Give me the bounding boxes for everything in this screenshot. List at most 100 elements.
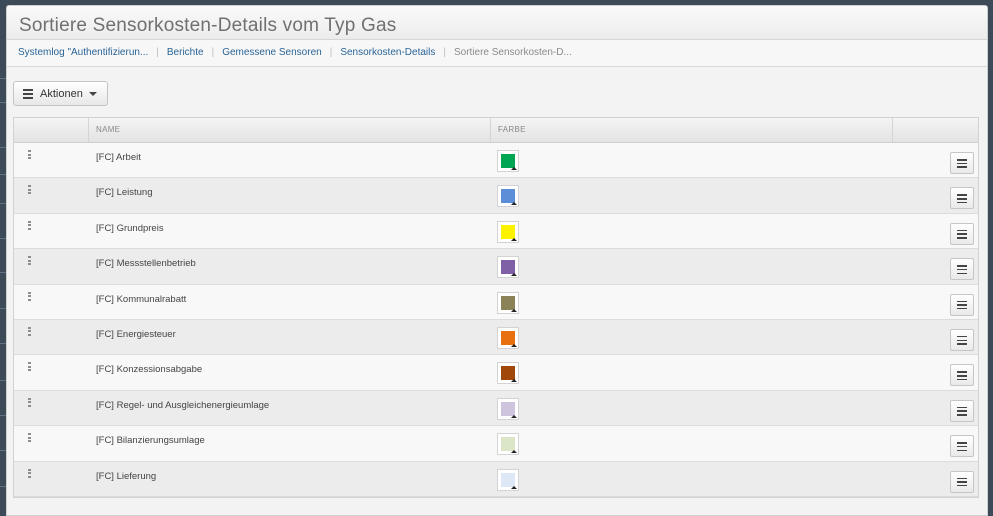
row-menu-button[interactable]	[950, 470, 974, 493]
color-swatch[interactable]	[497, 362, 519, 385]
row-menu-button[interactable]	[950, 152, 974, 174]
color-swatch-fill	[501, 366, 515, 381]
color-swatch[interactable]	[497, 468, 519, 491]
color-swatch[interactable]	[497, 291, 519, 314]
color-picker-arrow-icon	[511, 379, 517, 383]
row-menu-button[interactable]	[950, 293, 974, 316]
row-menu-icon	[957, 265, 973, 275]
breadcrumb-item-gemessene-sensoren[interactable]: Gemessene Sensoren	[222, 47, 322, 58]
table-row[interactable]: [FC] Konzessionsabgabe	[14, 355, 978, 391]
table-row[interactable]: [FC] Regel- und Ausgleichenergieumlage	[14, 390, 978, 427]
row-menu-button[interactable]	[950, 328, 974, 351]
color-swatch-fill	[501, 295, 515, 310]
color-swatch[interactable]	[497, 220, 519, 243]
hamburger-icon	[23, 87, 33, 101]
drag-handle-icon[interactable]	[28, 256, 31, 267]
table-row[interactable]: [FC] Kommunalrabatt	[14, 284, 978, 320]
column-header-color[interactable]: FARBE	[491, 118, 893, 142]
table-row[interactable]: [FC] Grundpreis	[14, 213, 978, 250]
breadcrumb-separator: |	[156, 47, 159, 58]
drag-handle-icon[interactable]	[28, 468, 31, 480]
color-picker-arrow-icon	[511, 414, 517, 418]
color-swatch-fill	[501, 401, 515, 416]
row-name: [FC] Kommunalrabatt	[96, 293, 187, 305]
color-picker-arrow-icon	[511, 237, 517, 241]
breadcrumb-separator: |	[443, 47, 446, 58]
color-swatch[interactable]	[497, 185, 519, 208]
color-swatch-fill	[501, 437, 515, 452]
column-header-actions	[893, 118, 978, 142]
color-swatch-fill	[501, 260, 515, 275]
drag-handle-icon[interactable]	[28, 220, 31, 232]
actions-button[interactable]: Aktionen	[13, 81, 108, 106]
color-picker-arrow-icon	[511, 308, 517, 312]
column-header-name[interactable]: NAME	[89, 118, 491, 142]
drag-handle-icon[interactable]	[28, 326, 31, 338]
drag-handle-icon[interactable]	[28, 150, 31, 161]
row-name: [FC] Grundpreis	[96, 222, 164, 234]
column-header-handle	[14, 118, 89, 142]
color-picker-arrow-icon	[511, 450, 517, 454]
row-menu-button[interactable]	[950, 187, 974, 210]
row-name: [FC] Lieferung	[96, 470, 157, 482]
breadcrumb-separator: |	[329, 47, 333, 58]
drag-handle-icon[interactable]	[28, 433, 31, 444]
color-swatch[interactable]	[497, 256, 519, 279]
row-menu-icon	[957, 406, 973, 416]
color-picker-arrow-icon	[511, 273, 517, 277]
color-swatch-fill	[501, 472, 515, 487]
caret-down-icon	[88, 91, 97, 96]
color-swatch-fill	[501, 224, 515, 239]
color-swatch-fill	[501, 154, 515, 168]
row-name: [FC] Konzessionsabgabe	[96, 364, 203, 376]
page-title: Sortiere Sensorkosten-Details vom Typ Ga…	[19, 15, 397, 36]
main-panel: Sortiere Sensorkosten-Details vom Typ Ga…	[6, 5, 988, 516]
color-picker-arrow-icon	[511, 343, 517, 347]
color-swatch-fill	[501, 189, 515, 204]
color-swatch[interactable]	[497, 397, 519, 420]
row-menu-button[interactable]	[950, 435, 974, 458]
drag-handle-icon[interactable]	[28, 291, 31, 303]
table-row[interactable]: [FC] Energiesteuer	[14, 319, 978, 356]
drag-handle-icon[interactable]	[28, 397, 31, 409]
row-menu-button[interactable]	[950, 222, 974, 245]
row-menu-icon	[957, 371, 973, 381]
table-row[interactable]: [FC] Messstellenbetrieb	[14, 249, 978, 285]
breadcrumb-item-systemlog[interactable]: Systemlog "Authentifizierun...	[18, 47, 148, 58]
row-menu-button[interactable]	[950, 399, 974, 422]
color-picker-arrow-icon	[511, 485, 517, 489]
row-menu-icon	[957, 442, 973, 451]
color-swatch[interactable]	[497, 326, 519, 349]
row-name: [FC] Messstellenbetrieb	[96, 258, 196, 270]
breadcrumb-item-sensorkosten-details[interactable]: Sensorkosten-Details	[340, 47, 435, 58]
row-menu-icon	[957, 477, 973, 487]
row-menu-icon	[957, 159, 973, 168]
color-swatch-fill	[501, 330, 515, 345]
title-bar: Sortiere Sensorkosten-Details vom Typ Ga…	[7, 6, 987, 40]
drag-handle-icon[interactable]	[28, 185, 31, 196]
color-swatch[interactable]	[497, 433, 519, 456]
table-row[interactable]: [FC] Arbeit	[14, 143, 978, 179]
row-menu-icon	[957, 335, 973, 345]
color-picker-arrow-icon	[511, 167, 517, 170]
row-menu-icon	[957, 194, 973, 204]
row-menu-icon	[957, 229, 973, 239]
table-row[interactable]: [FC] Bilanzierungsumlage	[14, 426, 978, 462]
breadcrumb-separator: |	[211, 47, 215, 58]
row-name: [FC] Energiesteuer	[96, 328, 176, 340]
row-name: [FC] Leistung	[96, 187, 153, 199]
breadcrumb: Systemlog "Authentifizierun... | Berichte |…	[7, 40, 987, 67]
color-picker-arrow-icon	[511, 202, 517, 206]
sort-table: NAME FARBE [FC] Arbeit [FC] Leistung [FC] …	[13, 117, 979, 498]
breadcrumb-item-berichte[interactable]: Berichte	[167, 47, 204, 58]
toolbar: Aktionen	[7, 67, 987, 117]
table-header: NAME FARBE	[14, 118, 978, 143]
breadcrumb-current: Sortiere Sensorkosten-D...	[453, 47, 572, 58]
color-swatch[interactable]	[497, 150, 519, 172]
row-menu-button[interactable]	[950, 364, 974, 387]
table-body: [FC] Arbeit [FC] Leistung [FC] Grundpreis […	[14, 143, 978, 497]
row-menu-button[interactable]	[950, 258, 974, 281]
table-row[interactable]: [FC] Lieferung	[14, 461, 978, 497]
table-row[interactable]: [FC] Leistung	[14, 178, 978, 214]
drag-handle-icon[interactable]	[28, 362, 31, 373]
